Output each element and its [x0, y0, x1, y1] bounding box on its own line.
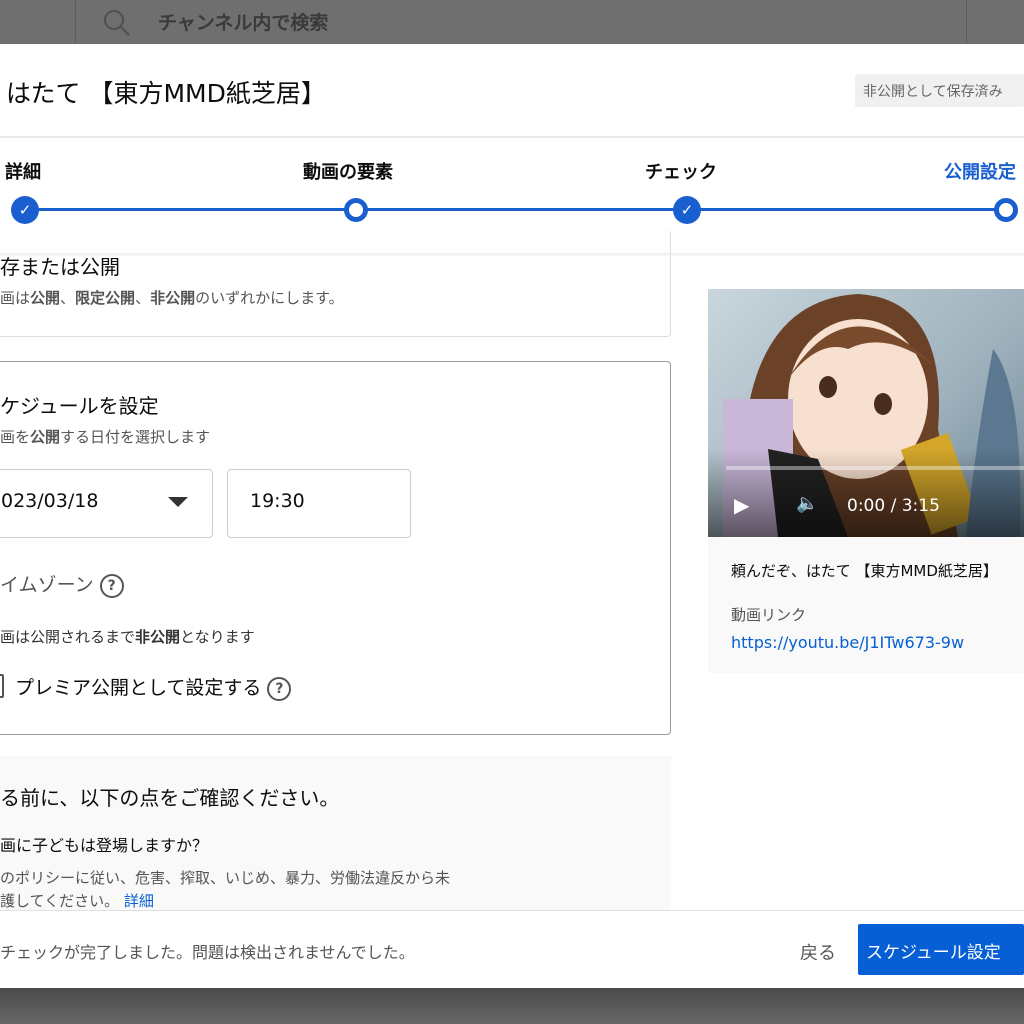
save-publish-desc: 画は公開、限定公開、非公開のいずれかにします。 — [0, 289, 344, 307]
help-icon[interactable]: ? — [267, 676, 292, 701]
save-publish-heading: 存または公開 — [0, 255, 120, 279]
search-icon — [104, 10, 130, 36]
dropdown-arrow-icon — [168, 497, 188, 507]
dialog-title: はたて 【東方MMD紙芝居】 — [6, 79, 326, 108]
saved-status-button[interactable]: 非公開として保存済み — [855, 74, 1024, 107]
video-link[interactable]: https://youtu.be/J1ITw673-9w — [731, 633, 1016, 652]
step-video-elements[interactable]: 動画の要素 — [303, 158, 393, 184]
search-placeholder: チャンネル内で検索 — [158, 12, 329, 34]
check-status: チェックが完了しました。問題は検出されませんでした。 — [0, 943, 415, 962]
play-icon[interactable]: ▶ — [734, 493, 749, 517]
video-preview[interactable]: ▶ 🔈 0:00 / 3:15 — [708, 289, 1024, 537]
video-time: 0:00 / 3:15 — [847, 496, 940, 516]
check-icon: ✓ — [11, 196, 39, 224]
time-input[interactable]: 19:30 — [227, 469, 411, 538]
step-checks[interactable]: チェック — [645, 158, 717, 184]
back-button[interactable]: 戻る — [800, 939, 836, 965]
schedule-desc: 画を公開する日付を選択します — [0, 428, 211, 446]
step-visibility[interactable]: 公開設定 — [944, 158, 1016, 184]
video-title: 頼んだぞ、はたて 【東方MMD紙芝居】 — [731, 562, 998, 580]
checklist-heading: る前に、以下の点をご確認ください。 — [0, 786, 340, 810]
policy-text-2: 護してください。 詳細 — [0, 892, 154, 910]
premiere-checkbox[interactable] — [0, 674, 4, 698]
save-publish-card — [0, 230, 671, 337]
kids-question: 画に子どもは登場しますか？ — [0, 836, 209, 855]
step-circle-icon — [994, 198, 1018, 222]
volume-icon[interactable]: 🔈 — [796, 493, 818, 514]
video-link-label: 動画リンク — [731, 606, 807, 624]
private-until-note: 画は公開されるまで非公開となります — [0, 628, 255, 646]
divider — [0, 136, 1024, 138]
progress-bar[interactable] — [726, 466, 1024, 470]
check-icon: ✓ — [673, 196, 701, 224]
details-link[interactable]: 詳細 — [124, 892, 154, 910]
stepper-line — [25, 208, 1000, 211]
policy-text: のポリシーに従い、危害、搾取、いじめ、暴力、労働法違反から未 — [0, 869, 451, 887]
schedule-button[interactable]: スケジュール設定 — [858, 924, 1024, 975]
premiere-label[interactable]: プレミア公開として設定する ? — [15, 673, 292, 701]
schedule-heading: ケジュールを設定 — [0, 394, 159, 418]
step-details[interactable]: 詳細 — [5, 158, 41, 184]
timezone-label[interactable]: イムゾーン ? — [0, 570, 124, 598]
help-icon[interactable]: ? — [99, 573, 124, 598]
step-circle-icon — [344, 198, 368, 222]
